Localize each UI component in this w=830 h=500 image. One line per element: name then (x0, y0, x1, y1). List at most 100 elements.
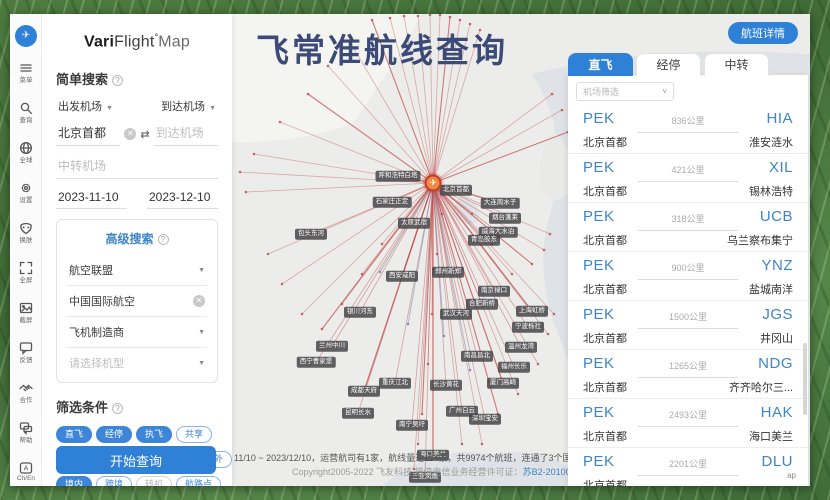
sidebar-item-language[interactable]: A Ch/En (10, 461, 42, 486)
airport-label[interactable]: 呼和浩特白塔 (375, 170, 421, 182)
airport-label[interactable]: 厦门高崎 (487, 377, 519, 389)
app-window: 呼和浩特白塔 北京首都 石家庄正定 太原武宿 包头东河 大连周水子 烟台蓬莱 威海大水泊 青岛胶… (10, 14, 810, 486)
alliance-select[interactable]: 航空联盟 ▼ (67, 255, 207, 287)
airport-label[interactable]: 重庆江北 (379, 377, 411, 389)
dest-code: JGS (762, 306, 793, 323)
swap-airports-icon[interactable]: ⇄ (140, 128, 149, 141)
dest-code: DLU (761, 453, 793, 470)
airport-label[interactable]: 深圳宝安 (469, 413, 501, 425)
dest-city: 锡林浩特 (749, 186, 793, 198)
airport-label[interactable]: 烟台蓬莱 (489, 212, 521, 224)
airport-label[interactable]: 南昌昌北 (461, 350, 493, 362)
tab-stopover[interactable]: 经停 (636, 53, 701, 76)
sidebar-item-feedback[interactable]: 反馈 (10, 341, 42, 378)
route-row[interactable]: PEK NDG 1265公里 北京首都 齐齐哈尔三... (568, 350, 808, 399)
end-date-input[interactable]: 2023-12-10 (147, 188, 218, 210)
departure-type-label: 出发机场 (58, 101, 102, 114)
route-row[interactable]: PEK XIL 421公里 北京首都 锡林浩特 (568, 154, 808, 203)
departure-type-select[interactable]: 出发机场 ▼ (58, 98, 113, 114)
airport-label[interactable]: 西宁曹家堡 (296, 356, 336, 368)
arrival-type-select[interactable]: 到达机场 ▼ (161, 98, 216, 114)
filter-chip[interactable]: 境内 (56, 476, 93, 486)
airport-label[interactable]: 北京首都 (440, 184, 472, 196)
avatar[interactable]: ✈ (15, 25, 37, 47)
route-row[interactable]: PEK HIA 836公里 北京首都 淮安涟水 (568, 105, 808, 154)
sidebar-item-menu[interactable]: 菜单 (10, 61, 42, 98)
airport-label[interactable]: 郑州新郑 (432, 266, 464, 278)
help-circle-icon[interactable]: ? (112, 403, 124, 415)
tab-transfer[interactable]: 中转 (704, 53, 769, 76)
arrival-airport-input[interactable]: 到达机场 (153, 122, 218, 147)
chevron-down-icon: ▼ (198, 359, 205, 367)
manufacturer-select[interactable]: 飞机制造商 ▼ (67, 317, 207, 349)
departure-airport-input[interactable]: 北京首都 (56, 122, 121, 147)
clear-icon[interactable]: ✕ (124, 128, 137, 141)
airport-label[interactable]: 长沙黄花 (430, 379, 462, 391)
airport-label[interactable]: 上海虹桥 (516, 305, 548, 317)
airport-label[interactable]: 成都天府 (348, 385, 380, 397)
filter-chip[interactable]: 经停 (96, 426, 133, 444)
results-tabs: 直飞 经停 中转 (568, 53, 772, 76)
airport-filter-select[interactable]: 机场筛选 ˅ (576, 82, 674, 101)
dest-city: 井冈山 (760, 333, 793, 345)
chevron-down-icon: ▼ (198, 328, 205, 336)
sidebar-item-screenshot[interactable]: 截屏 (10, 301, 42, 338)
tab-direct[interactable]: 直飞 (568, 53, 633, 76)
sidebar-item-label: 帮助 (19, 437, 33, 444)
airport-label[interactable]: 大连周水子 (480, 197, 520, 209)
sidebar-item-settings[interactable]: 设置 (10, 181, 42, 218)
airport-label[interactable]: 银川河东 (344, 306, 376, 318)
airport-label[interactable]: 南宁吴圩 (396, 419, 428, 431)
advanced-search-title[interactable]: 高级搜索? (67, 230, 207, 247)
sidebar-item-search[interactable]: 查询 (10, 101, 42, 138)
airport-label[interactable]: 武汉天河 (440, 308, 472, 320)
help-circle-icon[interactable]: ? (157, 234, 169, 246)
airport-label[interactable]: 青岛胶东 (468, 234, 500, 246)
clear-icon[interactable]: ✕ (193, 295, 205, 308)
help-circle-icon[interactable]: ? (112, 75, 124, 87)
origin-code: PEK (583, 404, 615, 421)
filter-chip[interactable]: 跨境 (96, 476, 133, 486)
sidebar-item-help[interactable]: 帮助 (10, 421, 42, 458)
airport-label[interactable]: 包头东河 (295, 228, 327, 240)
airport-label[interactable]: 太原武宿 (398, 217, 430, 229)
airport-label[interactable]: 温州龙湾 (505, 341, 537, 353)
airport-label[interactable]: 福州长乐 (498, 361, 530, 373)
origin-code: PEK (583, 257, 615, 274)
route-row[interactable]: PEK YNZ 900公里 北京首都 盐城南洋 (568, 252, 808, 301)
hub-marker-plane-icon[interactable]: ✈ (424, 174, 442, 192)
filter-label: 筛选条件 (56, 400, 109, 416)
filter-chip[interactable]: 共享 (176, 426, 213, 444)
airport-label[interactable]: 石家庄正定 (372, 196, 412, 208)
filter-chip[interactable]: 航路点 (176, 476, 222, 486)
sidebar-item-fullscreen[interactable]: 全屏 (10, 261, 42, 298)
route-row[interactable]: PEK HAK 2493公里 北京首都 海口美兰 (568, 399, 808, 448)
airport-label[interactable]: 兰州中川 (316, 340, 348, 352)
start-date-input[interactable]: 2023-11-10 (56, 188, 127, 210)
airport-label[interactable]: 昆明长水 (342, 407, 374, 419)
route-row[interactable]: PEK DLU 2201公里 北京首都 (568, 448, 808, 486)
sidebar-item-label: 反馈 (19, 357, 33, 364)
sidebar-item-skin[interactable]: 换肤 (10, 221, 42, 258)
sidebar-item-cooperation[interactable]: 合作 (10, 381, 42, 418)
airport-label[interactable]: 合肥新桥 (466, 298, 498, 310)
airport-label[interactable]: 宁波栎社 (512, 321, 544, 333)
scrollbar-thumb[interactable] (803, 343, 807, 415)
advanced-search-label: 高级搜索 (105, 232, 154, 247)
variflight-logo: VariFlight°Map (56, 32, 218, 51)
airport-label[interactable]: 西安咸阳 (386, 270, 418, 282)
filter-chip[interactable]: 执飞 (136, 426, 173, 444)
manufacturer-label: 飞机制造商 (69, 327, 124, 340)
airport-label[interactable]: 南京禄口 (478, 285, 510, 297)
aircraft-type-select[interactable]: 请选择机型 ▼ (67, 348, 207, 378)
start-query-button[interactable]: 开始查询 (56, 446, 216, 474)
flight-detail-button[interactable]: 航班详情 (728, 22, 798, 44)
copyright-label: Copyright2005-2022 飞友科技 增值电信业务经营许可证： (292, 467, 523, 477)
sidebar-item-globe[interactable]: 全球 (10, 141, 42, 178)
filter-chip[interactable]: 直飞 (56, 426, 93, 444)
transit-airport-input[interactable]: 中转机场 (56, 155, 218, 180)
airline-input[interactable]: 中国国际航空 ✕ (67, 286, 207, 318)
route-row[interactable]: PEK UCB 318公里 北京首都 乌兰察布集宁 (568, 203, 808, 252)
chip-row-1: 直飞 经停 执飞 共享 (56, 426, 218, 444)
route-row[interactable]: PEK JGS 1500公里 北京首都 井冈山 (568, 301, 808, 350)
